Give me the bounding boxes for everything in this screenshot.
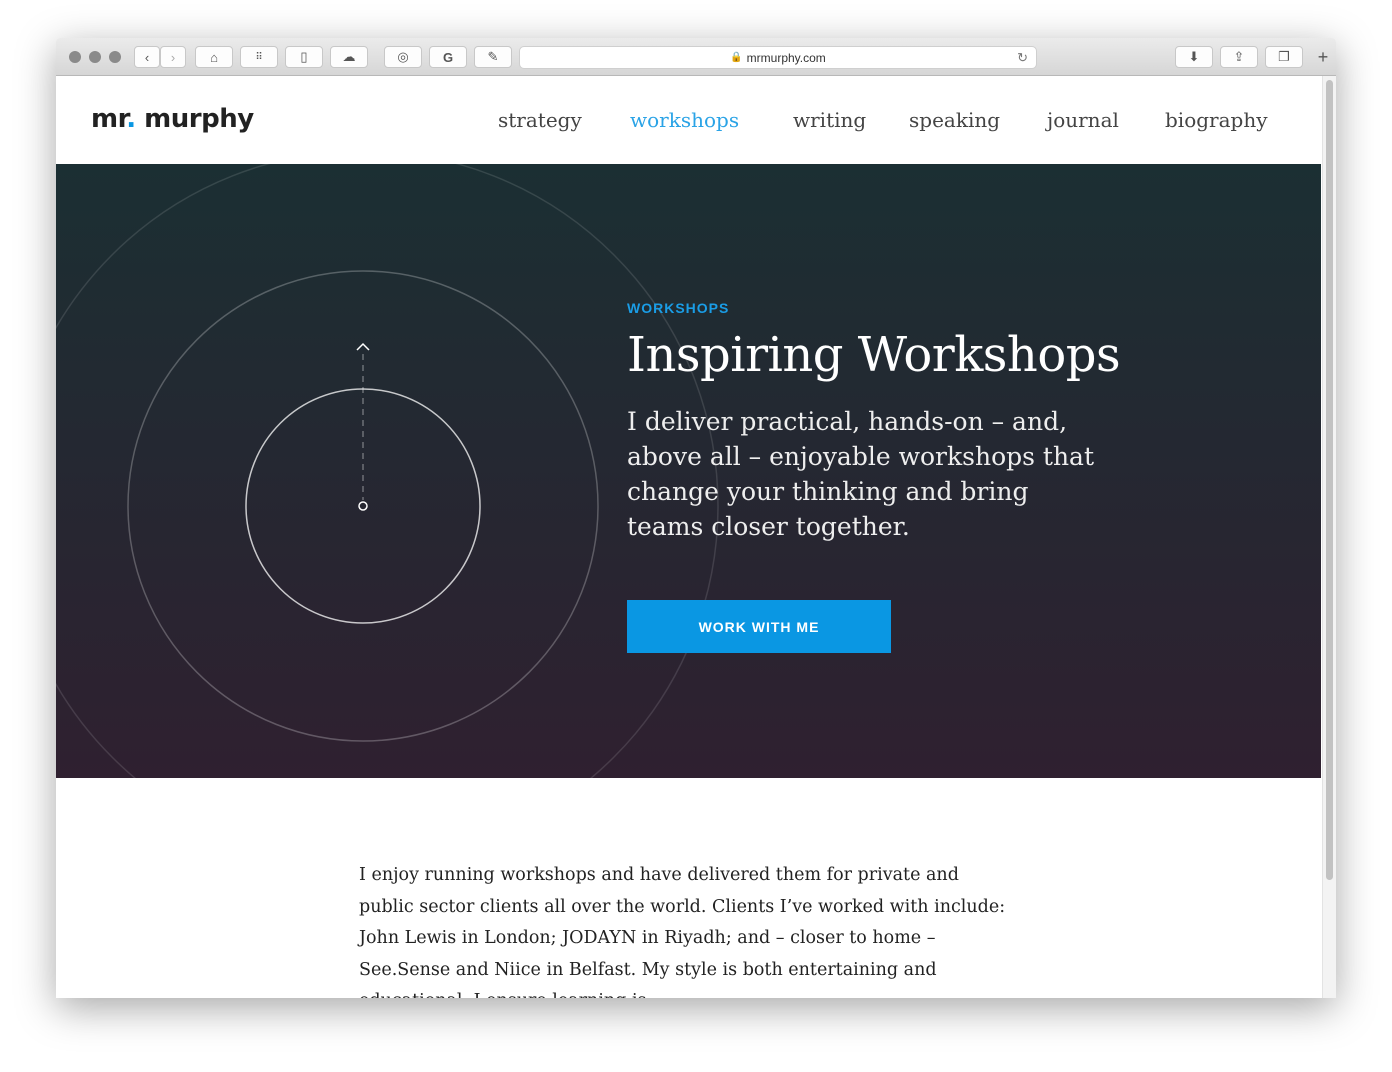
hero-section: WORKSHOPS Inspiring Workshops I deliver … [56, 164, 1321, 778]
reload-icon[interactable]: ↻ [1017, 50, 1028, 66]
middle-circle [127, 270, 599, 742]
forward-icon[interactable]: › [160, 46, 186, 68]
nav-workshops[interactable]: workshops [630, 108, 739, 132]
hero-eyebrow: WORKSHOPS [627, 300, 730, 316]
share-icon[interactable]: ⇪ [1220, 46, 1258, 68]
home-icon[interactable]: ⌂ [195, 46, 233, 68]
scrollbar[interactable] [1322, 76, 1336, 998]
lock-icon: 🔒 [730, 52, 743, 63]
zoom-window-button[interactable] [109, 51, 121, 63]
password-manager-icon[interactable]: ◎ [384, 46, 422, 68]
pin-icon[interactable]: ✎ [474, 46, 512, 68]
center-dot [358, 501, 368, 511]
hero-title: Inspiring Workshops [627, 327, 1121, 383]
nav-strategy[interactable]: strategy [498, 108, 582, 132]
page: mr. murphy strategy workshops writing sp… [56, 76, 1321, 998]
arrow-up-icon [356, 342, 370, 351]
work-with-me-button[interactable]: WORK WITH ME [627, 600, 891, 653]
grammarly-icon[interactable]: G [429, 46, 467, 68]
nav-journal[interactable]: journal [1047, 108, 1119, 132]
minimize-window-button[interactable] [89, 51, 101, 63]
hero-lead: I deliver practical, hands-on – and, abo… [627, 407, 1094, 541]
close-window-button[interactable] [69, 51, 81, 63]
intro-paragraph: I enjoy running workshops and have deliv… [359, 865, 1006, 998]
scrollbar-thumb[interactable] [1326, 80, 1333, 880]
outer-circle [56, 164, 719, 778]
tabs-icon[interactable]: ❐ [1265, 46, 1303, 68]
browser-toolbar: ‹ › ⌂ ⠿ ▯ ☁ ◎ G ✎ 🔒 mrmurphy.com ↻ ⬇ ⇪ ❐ + [56, 38, 1336, 76]
logo[interactable]: mr. murphy [91, 104, 254, 134]
back-icon[interactable]: ‹ [134, 46, 160, 68]
downloads-icon[interactable]: ⬇ [1175, 46, 1213, 68]
nav-writing[interactable]: writing [793, 108, 866, 132]
nav-biography[interactable]: biography [1165, 108, 1268, 132]
sidebar-icon[interactable]: ▯ [285, 46, 323, 68]
browser-window: ‹ › ⌂ ⠿ ▯ ☁ ◎ G ✎ 🔒 mrmurphy.com ↻ ⬇ ⇪ ❐ +… [56, 38, 1336, 998]
address-bar[interactable]: 🔒 mrmurphy.com ↻ [519, 46, 1037, 69]
new-tab-icon[interactable]: + [1312, 46, 1334, 68]
url-text: mrmurphy.com [746, 50, 826, 65]
site-header: mr. murphy strategy workshops writing sp… [56, 76, 1321, 164]
grid-icon[interactable]: ⠿ [240, 46, 278, 68]
cloud-icon[interactable]: ☁ [330, 46, 368, 68]
nav-speaking[interactable]: speaking [909, 108, 1000, 132]
